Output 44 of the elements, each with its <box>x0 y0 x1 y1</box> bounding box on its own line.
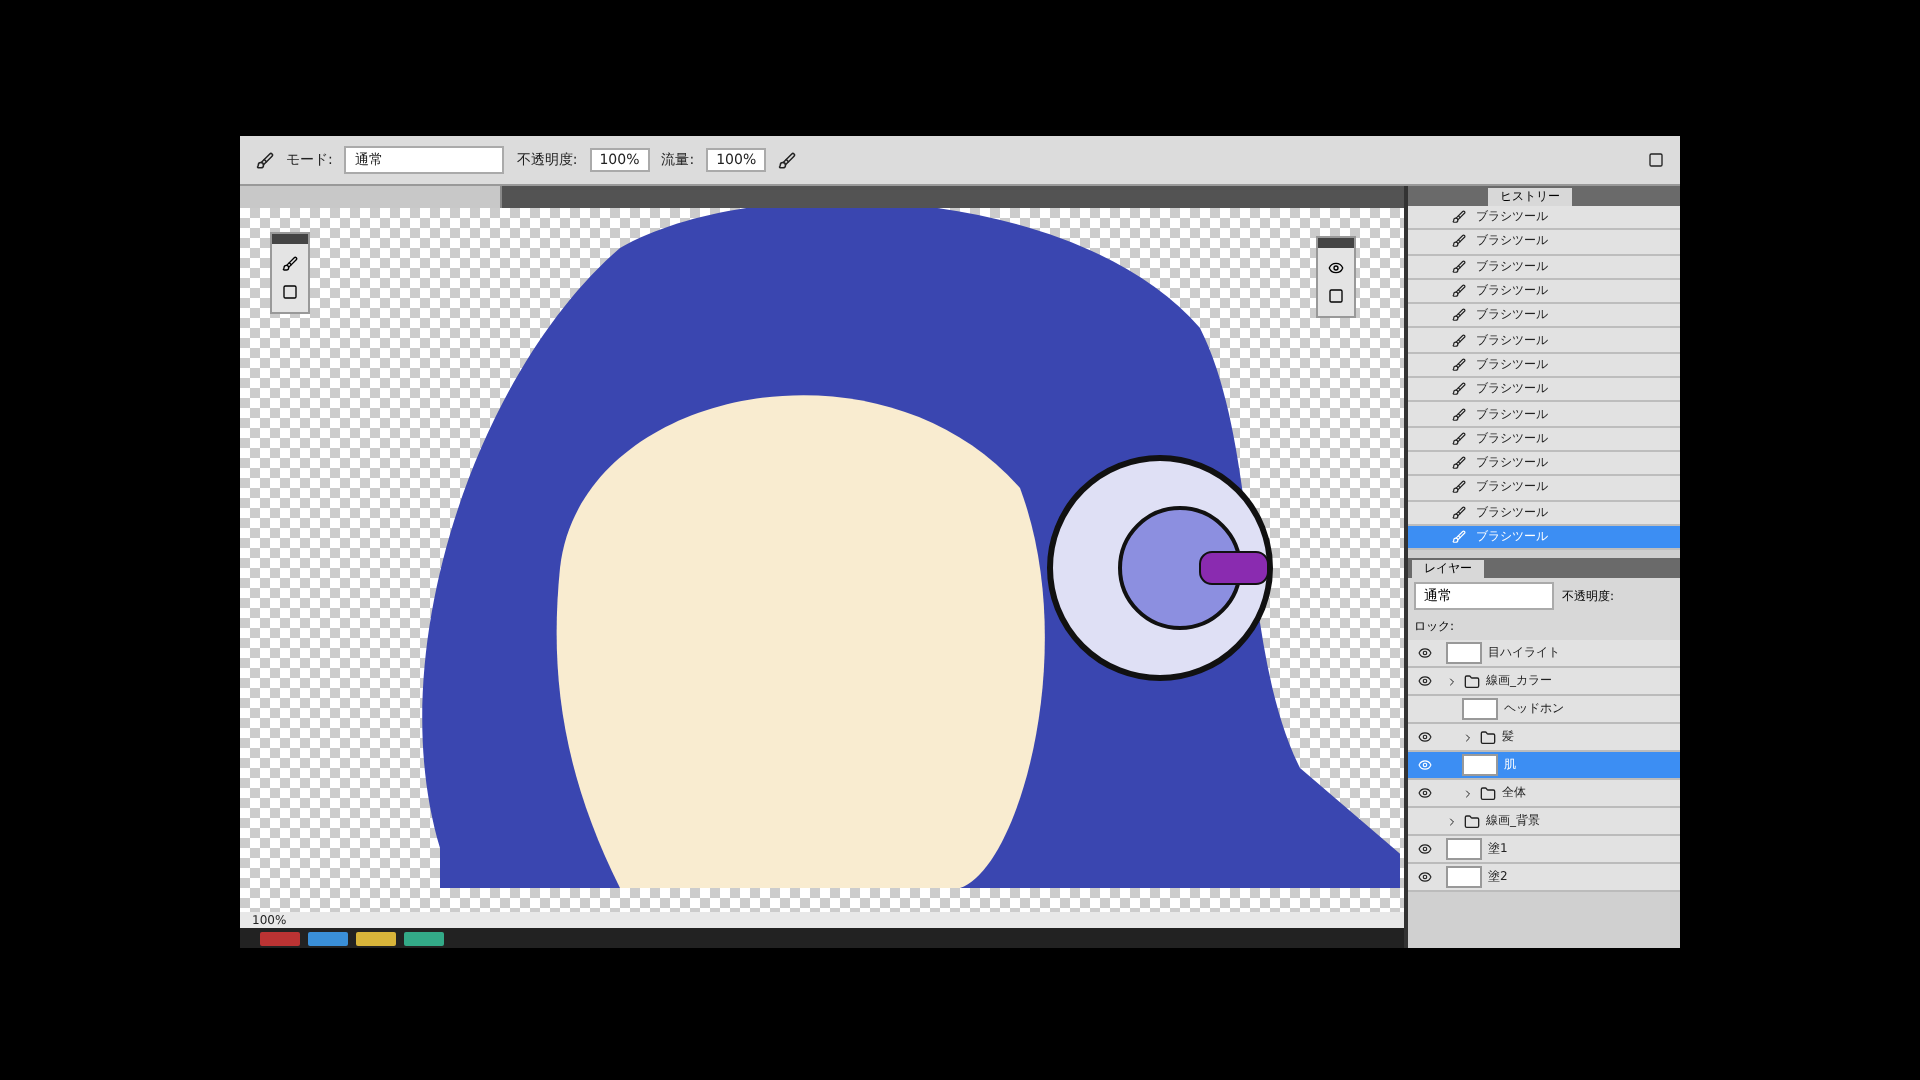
chevron-icon[interactable] <box>1446 815 1458 828</box>
brush-icon[interactable] <box>282 256 298 272</box>
chevron-icon[interactable] <box>1462 731 1474 744</box>
eye-icon[interactable] <box>1417 842 1431 857</box>
chevron-icon[interactable] <box>1462 787 1474 800</box>
folder-icon <box>1464 813 1480 830</box>
brush-icon[interactable] <box>256 151 274 169</box>
brush-icon <box>1452 480 1466 495</box>
brush-icon <box>1452 333 1466 348</box>
brush-icon <box>1452 456 1466 471</box>
brush-icon <box>1452 308 1466 323</box>
brush-icon <box>1452 431 1466 446</box>
eye-icon[interactable] <box>1417 646 1431 661</box>
eye-icon[interactable] <box>1417 786 1431 801</box>
layer-thumbnail <box>1446 838 1482 861</box>
folder-icon <box>1480 785 1496 802</box>
taskbar-icon[interactable] <box>356 931 396 945</box>
brush-icon <box>1452 407 1466 422</box>
brush-icon <box>1452 530 1466 544</box>
eye-icon[interactable] <box>1417 674 1431 689</box>
panel-grip[interactable] <box>1318 238 1354 248</box>
panel-toggle-icon[interactable] <box>1648 152 1664 168</box>
tool-icon[interactable] <box>1328 288 1344 304</box>
brush-icon <box>1452 284 1466 299</box>
brush-icon <box>1452 382 1466 397</box>
chevron-icon[interactable] <box>1446 675 1458 688</box>
brush-icon <box>1452 259 1466 274</box>
taskbar-icon[interactable] <box>404 931 444 945</box>
taskbar-icon[interactable] <box>308 931 348 945</box>
panel-grip[interactable] <box>272 234 308 244</box>
eye-icon[interactable] <box>1328 260 1344 276</box>
folder-icon <box>1464 673 1480 690</box>
brush-icon <box>1452 357 1466 372</box>
brush-icon <box>1452 505 1466 520</box>
eye-icon[interactable] <box>1417 730 1431 745</box>
layer-thumbnail <box>1446 642 1482 665</box>
layer-thumbnail <box>1446 866 1482 889</box>
brush-icon <box>1452 234 1466 249</box>
folder-icon <box>1480 729 1496 746</box>
layer-thumbnail <box>1462 754 1498 777</box>
eye-icon[interactable] <box>1417 870 1431 885</box>
brush-icon <box>1452 210 1466 225</box>
layer-thumbnail <box>1462 698 1498 721</box>
tool-icon[interactable] <box>282 284 298 300</box>
